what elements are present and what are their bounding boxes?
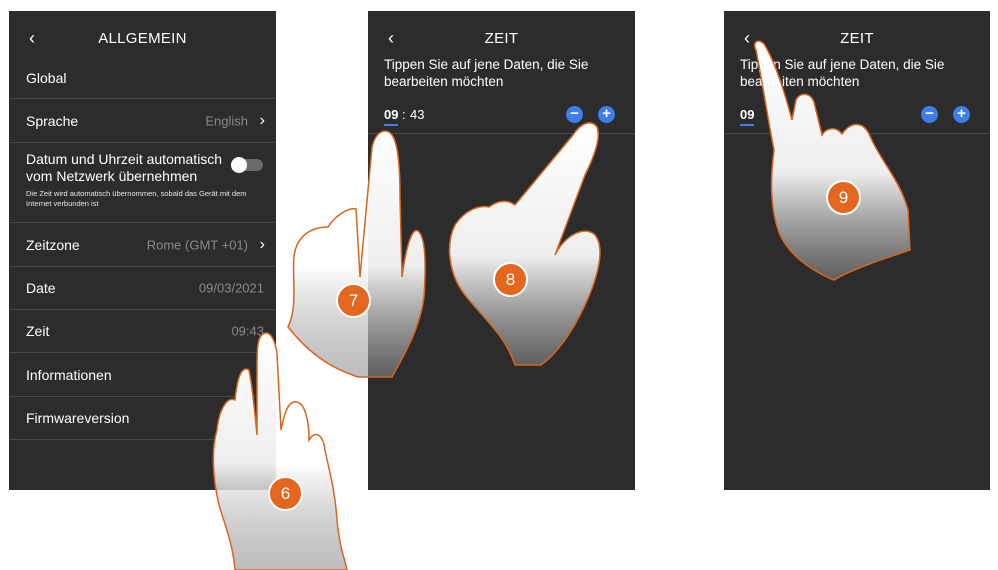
hour-field[interactable]: 09	[384, 107, 399, 126]
auto-datetime-label: Datum und Uhrzeit automatisch vom Netzwe…	[26, 151, 223, 184]
row-language[interactable]: Sprache English ›	[9, 99, 276, 143]
pointing-hand-icon	[753, 40, 911, 281]
row-label: Firmwareversion	[26, 410, 130, 426]
row-label: Informationen	[26, 366, 112, 383]
language-value: English	[205, 113, 248, 128]
plus-circle-icon[interactable]: +	[953, 106, 970, 123]
pointing-hand-icon	[448, 122, 601, 366]
row-date[interactable]: Date 09/03/2021	[9, 267, 276, 310]
row-label: Zeitzone	[26, 236, 80, 253]
minus-circle-icon[interactable]: −	[921, 106, 938, 123]
step-badge-9: 9	[826, 180, 861, 215]
row-label: Sprache	[26, 112, 79, 129]
auto-datetime-note: Die Zeit wird automatisch übernommen, so…	[26, 189, 247, 208]
chevron-right-icon: ›	[259, 235, 265, 253]
instruction-text: Tippen Sie auf jene Daten, die Sie bearb…	[384, 57, 589, 89]
row-auto-datetime: Datum und Uhrzeit automatisch vom Netzwe…	[9, 143, 276, 223]
auto-datetime-toggle[interactable]	[231, 157, 263, 173]
step-badge-8: 8	[493, 262, 528, 297]
page-title: ZEIT	[484, 30, 519, 47]
date-value: 09/03/2021	[198, 280, 264, 296]
page-title: ALLGEMEIN	[98, 30, 187, 47]
step-badge-7: 7	[336, 283, 371, 318]
toggle-knob	[231, 157, 247, 173]
minute-field[interactable]: 43	[410, 107, 424, 122]
section-label: Global	[26, 69, 67, 86]
row-label: Date	[26, 280, 56, 296]
time-separator: :	[402, 107, 406, 122]
section-global: Global	[9, 57, 276, 99]
row-timezone[interactable]: Zeitzone Rome (GMT +01) ›	[9, 223, 276, 267]
row-label: Zeit	[26, 323, 50, 339]
pointing-hand-icon	[287, 130, 426, 378]
timezone-value: Rome (GMT +01)	[146, 237, 248, 252]
step-badge-6: 6	[268, 476, 303, 511]
chevron-right-icon: ›	[259, 111, 265, 129]
